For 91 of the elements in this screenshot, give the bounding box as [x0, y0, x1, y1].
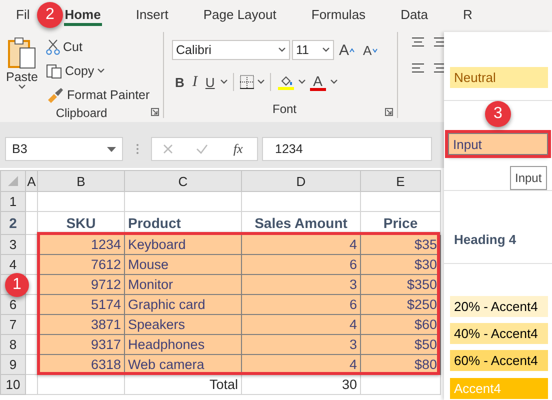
row-header[interactable]: 2 [0, 212, 26, 234]
group-label: Clipboard [54, 106, 108, 120]
column-header[interactable]: A [26, 170, 38, 192]
column-header[interactable]: E [360, 170, 440, 192]
row-header[interactable]: 1 [0, 192, 26, 212]
cell-style-item[interactable]: 20% - Accent4 [450, 296, 548, 317]
ribbon-tab[interactable]: Page Layout [201, 1, 278, 27]
underline-button[interactable]: U [202, 71, 218, 93]
row-header[interactable]: 8 [0, 334, 26, 354]
table-cell: $30 [360, 254, 440, 274]
dialog-launcher-icon[interactable] [151, 108, 159, 116]
paint-bucket-icon [278, 74, 293, 86]
formula-field[interactable]: 1234 [262, 137, 432, 161]
ribbon-tab[interactable]: Data [398, 1, 430, 27]
caret-icon[interactable] [220, 79, 228, 85]
paste-button[interactable]: Paste [0, 32, 44, 106]
table-cell: 6 [242, 254, 360, 274]
table-cell: Graphic card [124, 294, 242, 314]
column-header[interactable]: D [242, 170, 360, 192]
total-label: Total [124, 374, 242, 394]
column-header[interactable]: C [124, 170, 242, 192]
caret-icon[interactable] [298, 79, 306, 85]
caret-down-icon [372, 48, 378, 52]
copy-icon [46, 63, 62, 79]
name-box[interactable]: B3 [5, 137, 123, 161]
table-cell: $250 [360, 294, 440, 314]
field-value: 11 [296, 43, 309, 57]
ribbon-tab[interactable]: Insert [134, 1, 170, 27]
row-header[interactable]: 6 [0, 294, 26, 314]
borders-icon[interactable] [238, 74, 255, 90]
check-icon[interactable] [196, 144, 208, 154]
table-cell: Speakers [124, 314, 242, 334]
cell-style-item[interactable]: Neutral [450, 67, 548, 88]
caret-icon[interactable] [278, 47, 286, 53]
ribbon-tab[interactable]: Fil [14, 1, 32, 27]
format-painter-button[interactable]: Format Painter [44, 84, 152, 106]
column-header[interactable]: B [38, 170, 124, 192]
row-header[interactable]: 10 [0, 374, 26, 394]
dialog-launcher-icon[interactable] [385, 108, 393, 116]
font-size-field[interactable]: 11 [292, 40, 334, 60]
grip-icon [136, 143, 138, 155]
table-cell: $50 [360, 334, 440, 354]
scissors-icon [46, 39, 60, 55]
shrink-font-button[interactable]: A [360, 39, 381, 61]
field-value: Calibri [176, 43, 212, 57]
caret-icon[interactable] [97, 68, 106, 74]
caret-icon[interactable] [18, 84, 26, 90]
field-value: B3 [12, 142, 28, 156]
table-cell: $35 [360, 234, 440, 254]
caret-icon[interactable] [322, 47, 330, 53]
insert-function-button[interactable]: fx [230, 138, 246, 160]
bold-button[interactable]: B [172, 71, 188, 93]
tooltip: Input [510, 166, 547, 190]
row-header[interactable]: 7 [0, 314, 26, 334]
table-cell: Keyboard [124, 234, 242, 254]
align-left-icon[interactable] [410, 62, 426, 74]
table-cell: 3 [242, 274, 360, 294]
font-name-field[interactable]: Calibri [172, 40, 290, 60]
grow-font-button[interactable]: A [336, 39, 358, 61]
row-header[interactable]: 9 [0, 354, 26, 374]
group-label: Font [271, 102, 298, 118]
table-cell: 3 [242, 334, 360, 354]
ribbon-tab[interactable]: R [461, 1, 474, 27]
table-cell: 4 [242, 234, 360, 254]
ribbon-tab[interactable]: Formulas [309, 1, 368, 27]
align-top-icon[interactable] [410, 36, 426, 48]
fill-color-button[interactable] [276, 74, 296, 90]
table-cell: 6 [242, 294, 360, 314]
caret-icon[interactable] [256, 79, 265, 85]
caret-icon[interactable] [330, 79, 338, 85]
table-cell: Headphones [124, 334, 242, 354]
cell-style-item[interactable]: 40% - Accent4 [450, 323, 548, 344]
total-value: 30 [242, 374, 360, 394]
italic-button[interactable]: I [189, 71, 200, 93]
paintbrush-icon [46, 87, 64, 103]
table-cell: $60 [360, 314, 440, 334]
cell-style-item[interactable]: Input [448, 133, 548, 155]
table-cell: Mouse [124, 254, 242, 274]
row-header[interactable]: 4 [0, 254, 26, 274]
clipboard-icon [7, 36, 37, 70]
copy-button[interactable]: Copy [44, 60, 152, 82]
caret-up-icon [349, 48, 356, 52]
dropdown-icon[interactable] [107, 146, 116, 152]
font-color-button[interactable]: A [308, 74, 328, 90]
table-cell: Monitor [124, 274, 242, 294]
row-header[interactable]: 3 [0, 234, 26, 254]
cut-button[interactable]: Cut [44, 36, 152, 58]
cell-style-item[interactable]: 60% - Accent4 [450, 350, 548, 371]
ribbon-tab[interactable]: Home [62, 1, 103, 27]
table-cell: $350 [360, 274, 440, 294]
table-cell: 4 [242, 314, 360, 334]
